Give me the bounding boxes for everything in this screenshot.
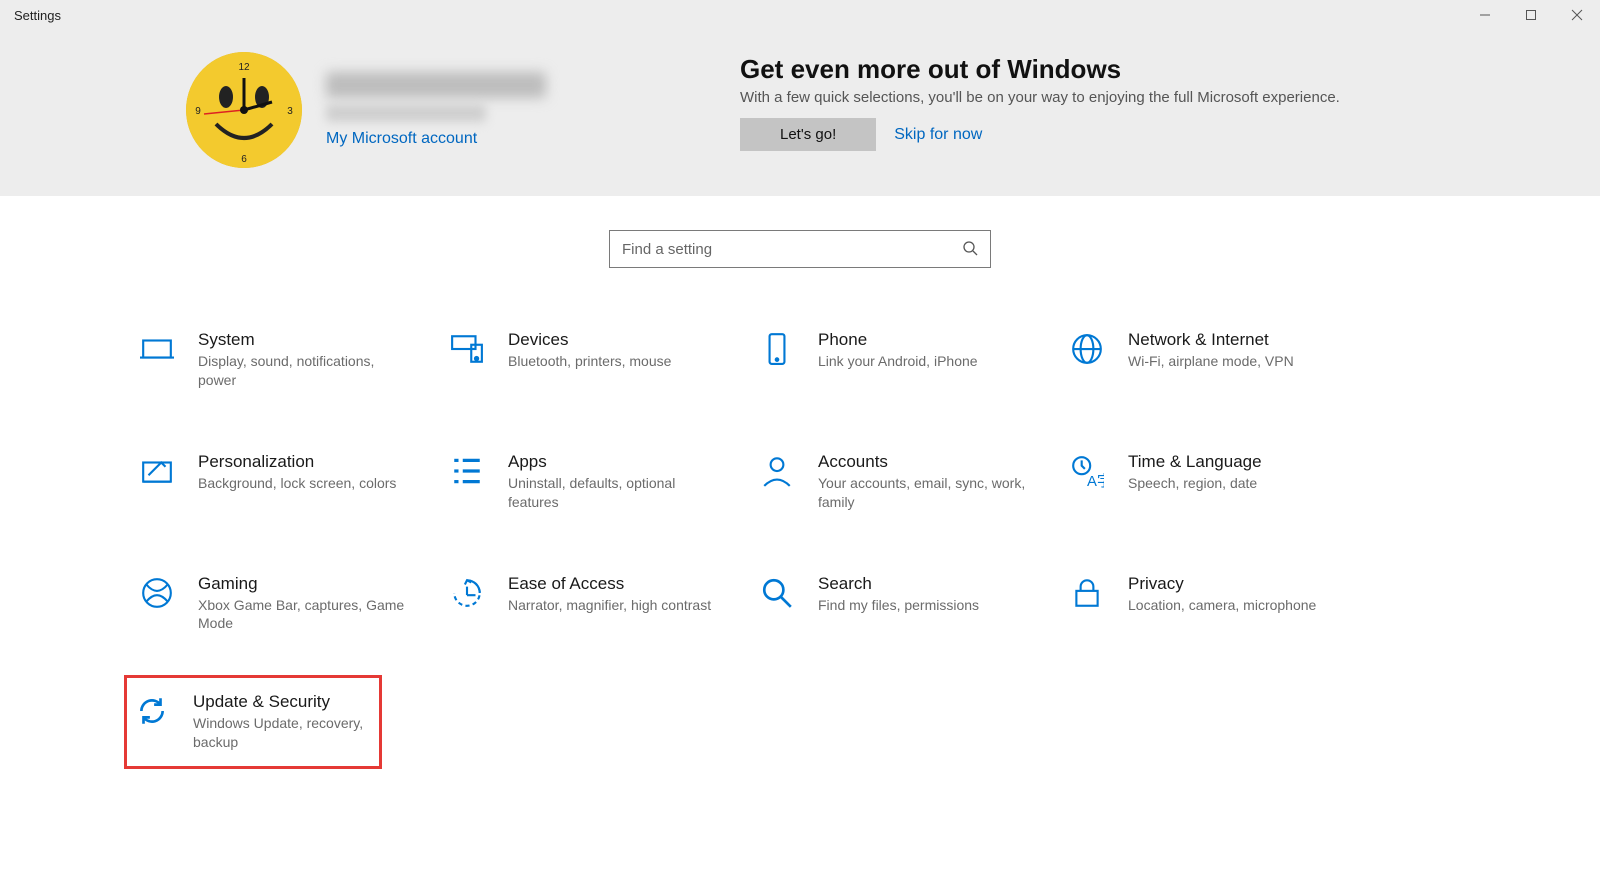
tile-desc: Background, lock screen, colors	[198, 474, 396, 493]
tile-phone[interactable]: Phone Link your Android, iPhone	[756, 326, 1066, 394]
my-microsoft-account-link[interactable]: My Microsoft account	[326, 130, 546, 148]
tile-update[interactable]: Update & SecurityWindows Update, recover…	[124, 675, 382, 769]
search-wrap	[0, 230, 1600, 268]
search-tile-icon	[760, 576, 794, 610]
minimize-button[interactable]	[1462, 0, 1508, 30]
tile-title: Personalization	[198, 452, 396, 472]
svg-text:12: 12	[238, 62, 250, 73]
profile-block: 12 9 3 6 My Microsoft account	[186, 52, 740, 168]
tile-apps[interactable]: AppsUninstall, defaults, optional featur…	[446, 448, 756, 516]
devices-icon	[450, 332, 484, 366]
tile-desc: Find my files, permissions	[818, 596, 979, 615]
tile-desc: Display, sound, notifications, power	[198, 352, 408, 390]
tile-gaming[interactable]: GamingXbox Game Bar, captures, Game Mode	[136, 570, 446, 638]
content-body: SystemDisplay, sound, notifications, pow…	[0, 196, 1600, 769]
search-icon	[962, 240, 978, 259]
system-icon	[140, 332, 174, 366]
phone-icon	[760, 332, 794, 366]
search-box[interactable]	[609, 230, 991, 268]
tile-title: System	[198, 330, 408, 350]
apps-icon	[450, 454, 484, 488]
gaming-icon	[140, 576, 174, 610]
header: 12 9 3 6 My Microsoft account Get even m…	[0, 30, 1600, 196]
tile-desc: Link your Android, iPhone	[818, 352, 978, 371]
promo-actions: Let's go! Skip for now	[740, 118, 1340, 151]
tile-desc: Speech, region, date	[1128, 474, 1262, 493]
tile-search-tile[interactable]: Search Find my files, permissions	[756, 570, 1066, 638]
tile-title: Update & Security	[193, 692, 371, 712]
privacy-icon	[1070, 576, 1104, 610]
lets-go-button[interactable]: Let's go!	[740, 118, 876, 151]
tile-title: Accounts	[818, 452, 1028, 472]
tile-title: Privacy	[1128, 574, 1316, 594]
tile-devices[interactable]: Devices Bluetooth, printers, mouse	[446, 326, 756, 394]
tile-personal[interactable]: Personalization Background, lock screen, …	[136, 448, 446, 516]
tile-system[interactable]: SystemDisplay, sound, notifications, pow…	[136, 326, 446, 394]
user-name-redacted	[326, 72, 546, 98]
promo-block: Get even more out of Windows With a few …	[740, 52, 1340, 151]
tile-title: Ease of Access	[508, 574, 711, 594]
accounts-icon	[760, 454, 794, 488]
tile-title: Devices	[508, 330, 671, 350]
close-button[interactable]	[1554, 0, 1600, 30]
tile-network[interactable]: Network & Internet Wi-Fi, airplane mode, …	[1066, 326, 1376, 394]
tile-privacy[interactable]: Privacy Location, camera, microphone	[1066, 570, 1376, 638]
promo-heading: Get even more out of Windows	[740, 54, 1340, 85]
window-title: Settings	[0, 8, 61, 23]
profile-text: My Microsoft account	[326, 72, 546, 148]
tile-desc: Bluetooth, printers, mouse	[508, 352, 671, 371]
user-email-redacted	[326, 104, 486, 122]
tile-title: Network & Internet	[1128, 330, 1294, 350]
tile-title: Phone	[818, 330, 978, 350]
tile-desc: Your accounts, email, sync, work, family	[818, 474, 1028, 512]
personal-icon	[140, 454, 174, 488]
window-controls	[1462, 0, 1600, 30]
svg-text:3: 3	[287, 106, 293, 117]
ease-icon	[450, 576, 484, 610]
avatar[interactable]: 12 9 3 6	[186, 52, 302, 168]
network-icon	[1070, 332, 1104, 366]
tile-desc: Wi-Fi, airplane mode, VPN	[1128, 352, 1294, 371]
skip-for-now-link[interactable]: Skip for now	[894, 126, 982, 144]
tile-desc: Xbox Game Bar, captures, Game Mode	[198, 596, 408, 634]
svg-text:A字: A字	[1087, 473, 1104, 488]
tile-desc: Location, camera, microphone	[1128, 596, 1316, 615]
maximize-button[interactable]	[1508, 0, 1554, 30]
search-input[interactable]	[622, 241, 962, 258]
promo-subtext: With a few quick selections, you'll be o…	[740, 89, 1340, 106]
update-icon	[135, 694, 169, 728]
settings-grid: SystemDisplay, sound, notifications, pow…	[0, 326, 1600, 769]
tile-desc: Narrator, magnifier, high contrast	[508, 596, 711, 615]
tile-title: Search	[818, 574, 979, 594]
tile-title: Gaming	[198, 574, 408, 594]
tile-accounts[interactable]: AccountsYour accounts, email, sync, work…	[756, 448, 1066, 516]
tile-ease[interactable]: Ease of Access Narrator, magnifier, high …	[446, 570, 756, 638]
tile-title: Time & Language	[1128, 452, 1262, 472]
svg-text:9: 9	[195, 106, 201, 117]
svg-text:6: 6	[241, 154, 247, 165]
tile-title: Apps	[508, 452, 718, 472]
titlebar: Settings	[0, 0, 1600, 30]
tile-time[interactable]: A字 Time & Language Speech, region, date	[1066, 448, 1376, 516]
tile-desc: Windows Update, recovery, backup	[193, 714, 371, 752]
tile-desc: Uninstall, defaults, optional features	[508, 474, 718, 512]
time-icon: A字	[1070, 454, 1104, 488]
